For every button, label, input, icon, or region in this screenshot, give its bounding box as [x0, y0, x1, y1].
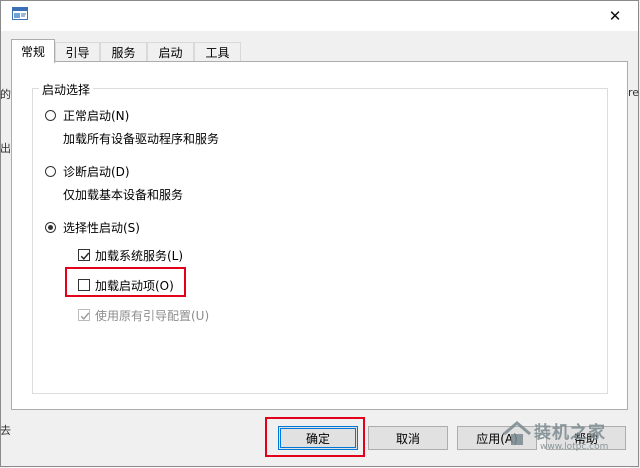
normal-startup-description: 加载所有设备驱动程序和服务 — [63, 132, 220, 146]
tab-boot[interactable]: 引导 — [55, 42, 100, 62]
diagnostic-startup-radio[interactable] — [45, 166, 56, 177]
background-text: 去 — [0, 424, 11, 437]
checkmark-icon — [80, 312, 90, 320]
tab-startup[interactable]: 启动 — [147, 42, 194, 62]
title-bar: ✕ — [1, 1, 638, 31]
general-tab-panel: 启动选择 正常启动(N) 加载所有设备驱动程序和服务 诊断启动(D) 仅加载基本… — [11, 61, 628, 410]
close-icon: ✕ — [608, 7, 622, 25]
msconfig-app-icon — [12, 7, 28, 21]
system-configuration-dialog: ✕ 常规 引导 服务 启动 工具 启动选择 正常启动(N) 加载所有设备驱动程序… — [0, 0, 639, 467]
background-text: 出 — [0, 142, 11, 155]
selective-startup-radio[interactable] — [45, 222, 56, 233]
house-logo-icon — [503, 421, 531, 445]
tab-tools[interactable]: 工具 — [194, 42, 241, 62]
startup-selection-label: 启动选择 — [39, 81, 94, 98]
background-text: re — [628, 86, 640, 99]
watermark-url: www.lotpc.com — [540, 442, 609, 452]
close-button[interactable]: ✕ — [592, 1, 638, 31]
watermark: 装机之家 www.lotpc.com — [500, 414, 630, 462]
selective-startup-label[interactable]: 选择性启动(S) — [63, 219, 140, 236]
cancel-button[interactable]: 取消 — [368, 426, 448, 450]
normal-startup-label[interactable]: 正常启动(N) — [63, 107, 129, 124]
highlight-ok-button — [265, 417, 365, 457]
highlight-load-startup-items — [65, 267, 186, 297]
watermark-brand: 装机之家 — [534, 423, 606, 443]
tab-services[interactable]: 服务 — [100, 42, 147, 62]
load-system-services-label[interactable]: 加载系统服务(L) — [95, 247, 183, 264]
background-text: 的 — [0, 88, 11, 101]
checkmark-icon — [80, 252, 90, 260]
diagnostic-startup-description: 仅加载基本设备和服务 — [63, 188, 184, 202]
startup-selection-group: 启动选择 正常启动(N) 加载所有设备驱动程序和服务 诊断启动(D) 仅加载基本… — [32, 81, 608, 394]
use-original-boot-config-checkbox — [78, 309, 90, 321]
normal-startup-radio[interactable] — [45, 110, 56, 121]
use-original-boot-config-label: 使用原有引导配置(U) — [95, 309, 210, 323]
tab-general[interactable]: 常规 — [11, 39, 55, 63]
load-system-services-checkbox[interactable] — [78, 249, 90, 261]
diagnostic-startup-label[interactable]: 诊断启动(D) — [63, 163, 130, 180]
